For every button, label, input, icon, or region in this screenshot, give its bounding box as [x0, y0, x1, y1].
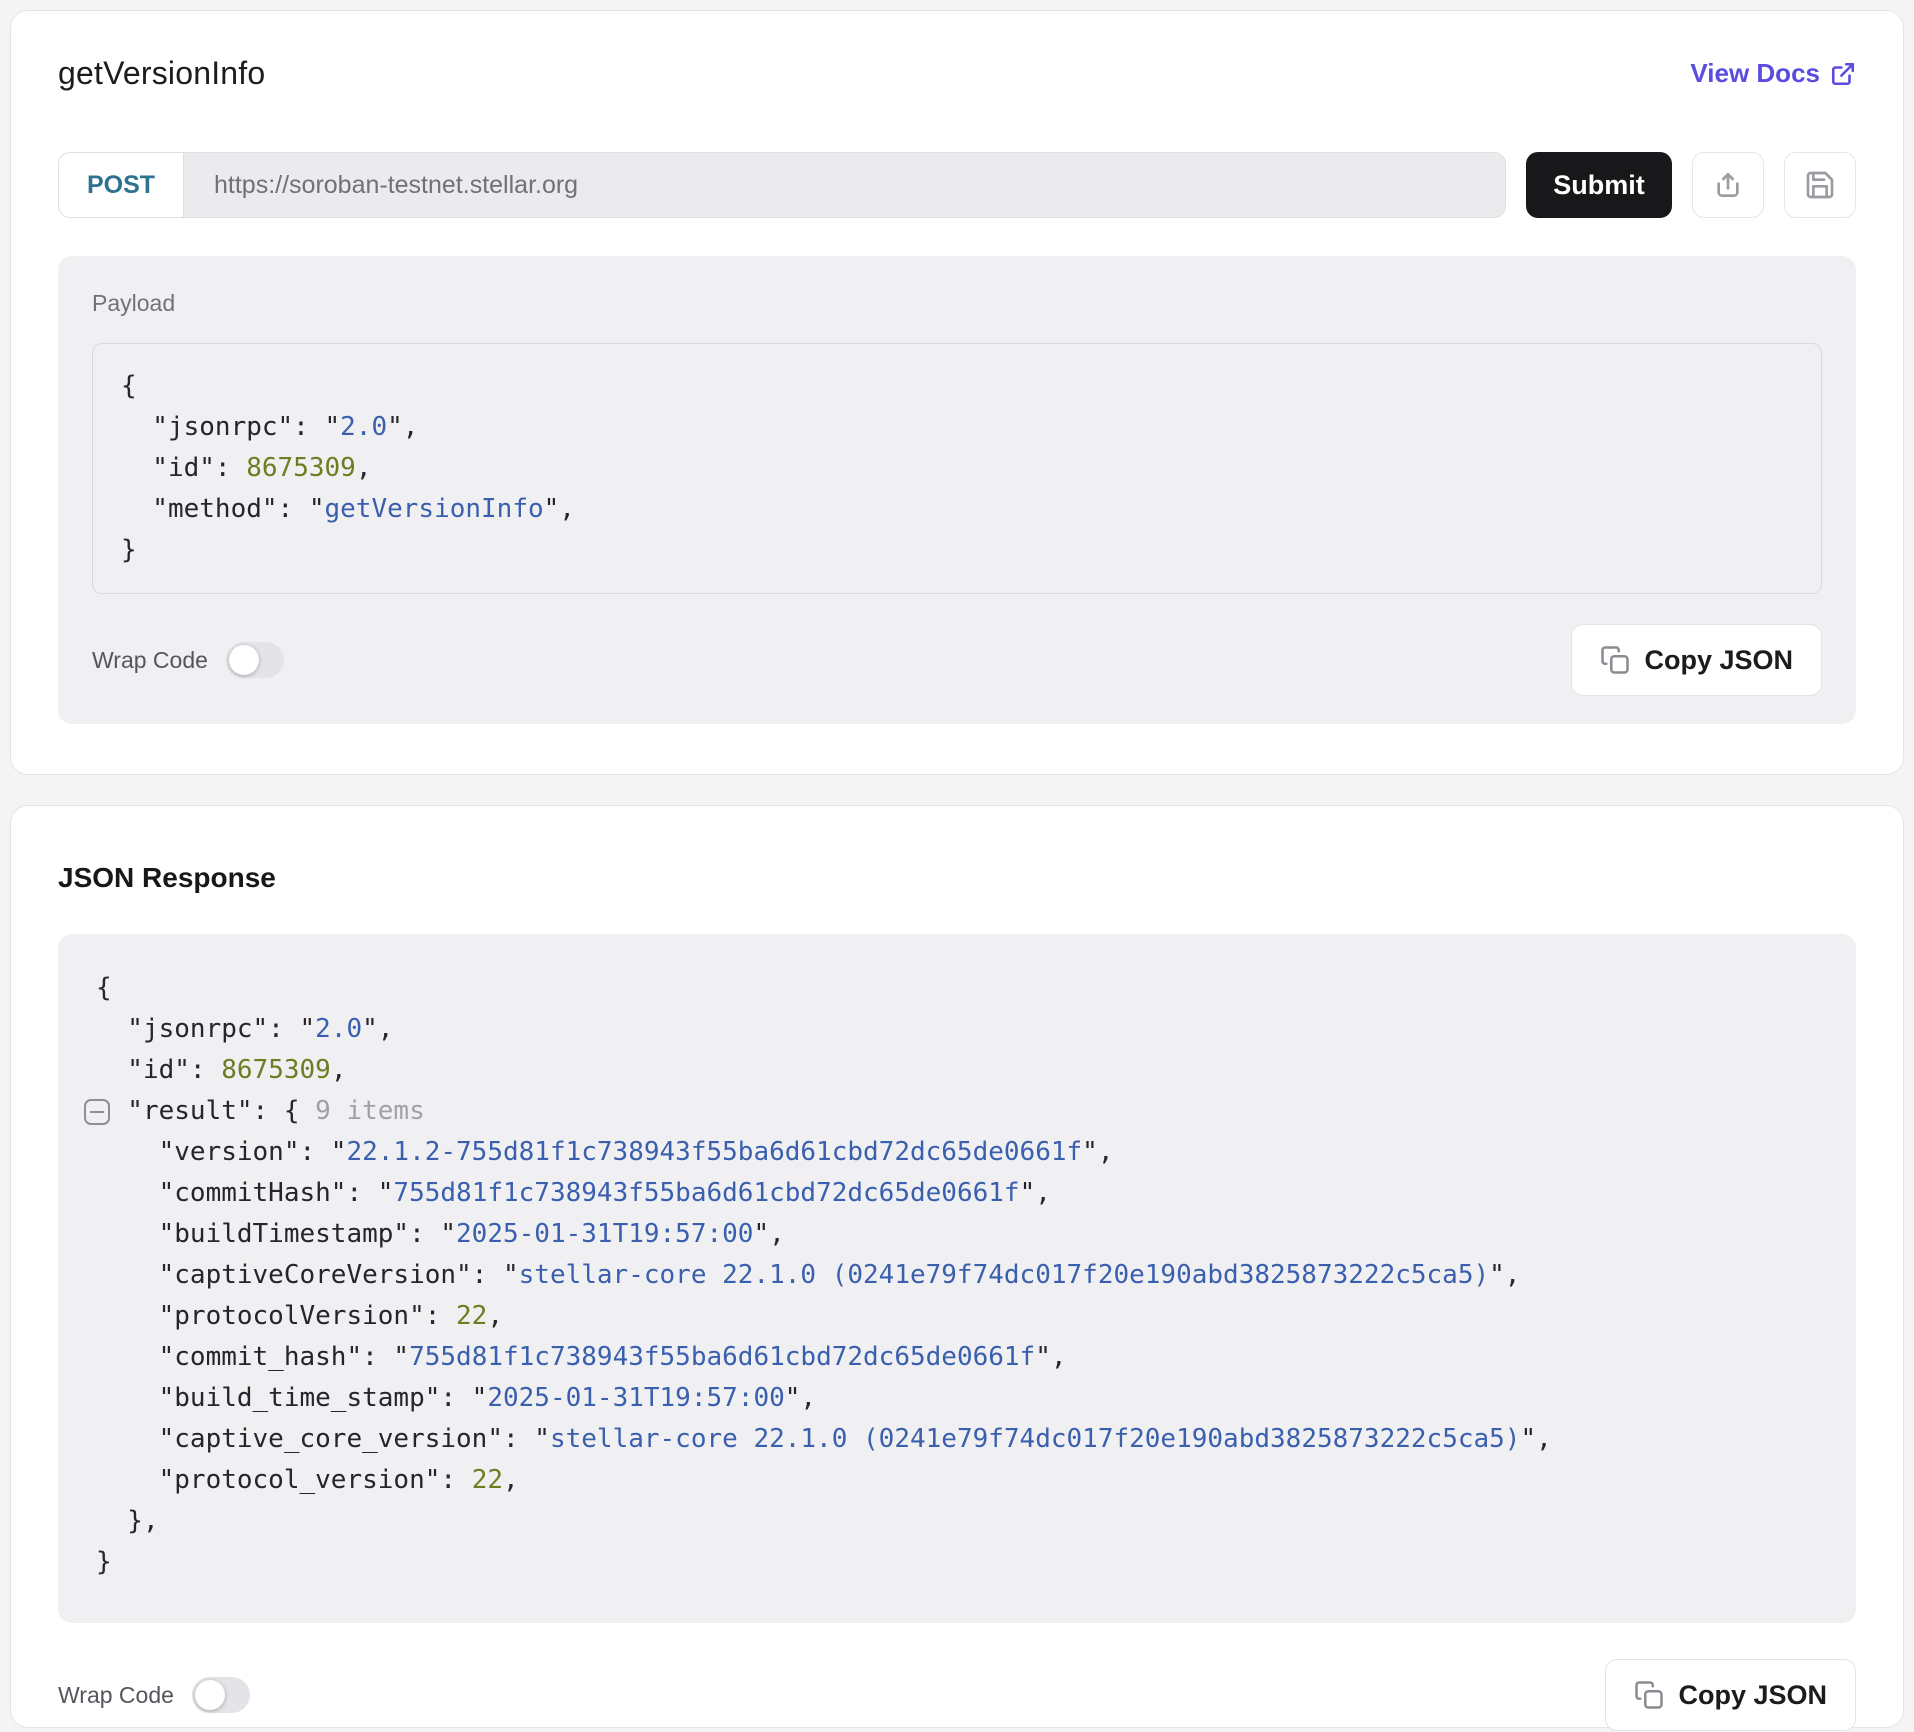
- response-footer: Wrap Code Copy JSON: [58, 1659, 1856, 1731]
- code-line: "protocolVersion": 22,: [96, 1296, 1826, 1337]
- code-line: "protocol_version": 22,: [96, 1460, 1826, 1501]
- url-input[interactable]: [184, 153, 1505, 217]
- code-line: "result": { 9 items: [96, 1091, 1826, 1132]
- copy-json-button-response[interactable]: Copy JSON: [1605, 1659, 1856, 1731]
- code-line: }: [96, 1542, 1826, 1583]
- code-line: {: [121, 366, 1793, 407]
- wrap-code-toggle[interactable]: Wrap Code: [92, 642, 284, 678]
- response-json-viewer[interactable]: { "jsonrpc": "2.0", "id": 8675309, "resu…: [58, 934, 1856, 1623]
- external-link-icon: [1830, 61, 1856, 87]
- wrap-code-switch[interactable]: [226, 642, 284, 678]
- payload-footer: Wrap Code Copy JSON: [92, 624, 1822, 696]
- view-docs-link[interactable]: View Docs: [1690, 58, 1856, 89]
- payload-panel: Payload { "jsonrpc": "2.0", "id": 867530…: [58, 256, 1856, 724]
- wrap-code-label: Wrap Code: [92, 647, 208, 674]
- save-button[interactable]: [1784, 152, 1856, 218]
- wrap-code-label: Wrap Code: [58, 1682, 174, 1709]
- submit-button[interactable]: Submit: [1526, 152, 1672, 218]
- request-card-header: getVersionInfo View Docs: [58, 11, 1856, 92]
- page-title: getVersionInfo: [58, 55, 265, 92]
- wrap-code-switch[interactable]: [192, 1677, 250, 1713]
- code-line: {: [96, 968, 1826, 1009]
- view-docs-label: View Docs: [1690, 58, 1820, 89]
- payload-code-editor[interactable]: { "jsonrpc": "2.0", "id": 8675309, "meth…: [92, 343, 1822, 594]
- code-line: "captiveCoreVersion": "stellar-core 22.1…: [96, 1255, 1826, 1296]
- copy-icon: [1634, 1680, 1664, 1710]
- code-line: "build_time_stamp": "2025-01-31T19:57:00…: [96, 1378, 1826, 1419]
- code-line: "id": 8675309,: [121, 448, 1793, 489]
- code-line: "commit_hash": "755d81f1c738943f55ba6d61…: [96, 1337, 1826, 1378]
- copy-icon: [1600, 645, 1630, 675]
- request-card: getVersionInfo View Docs POST Submit: [10, 10, 1904, 775]
- copy-json-label: Copy JSON: [1644, 645, 1793, 676]
- payload-label: Payload: [92, 290, 1822, 317]
- code-line: "method": "getVersionInfo",: [121, 489, 1793, 530]
- request-row: POST Submit: [58, 152, 1856, 218]
- code-line: "version": "22.1.2-755d81f1c738943f55ba6…: [96, 1132, 1826, 1173]
- code-line: "buildTimestamp": "2025-01-31T19:57:00",: [96, 1214, 1826, 1255]
- share-icon: [1712, 169, 1744, 201]
- copy-json-button[interactable]: Copy JSON: [1571, 624, 1822, 696]
- response-card: JSON Response { "jsonrpc": "2.0", "id": …: [10, 805, 1904, 1728]
- switch-knob: [229, 645, 259, 675]
- share-button[interactable]: [1692, 152, 1764, 218]
- method-select[interactable]: POST: [59, 153, 184, 217]
- wrap-code-toggle-response[interactable]: Wrap Code: [58, 1677, 250, 1713]
- code-line: "captive_core_version": "stellar-core 22…: [96, 1419, 1826, 1460]
- request-url-group: POST: [58, 152, 1506, 218]
- code-line: "id": 8675309,: [96, 1050, 1826, 1091]
- copy-json-label: Copy JSON: [1678, 1680, 1827, 1711]
- code-line: }: [121, 530, 1793, 571]
- save-icon: [1804, 169, 1836, 201]
- switch-knob: [195, 1680, 225, 1710]
- collapse-node-icon[interactable]: [84, 1099, 110, 1125]
- code-line: "jsonrpc": "2.0",: [96, 1009, 1826, 1050]
- code-line: },: [96, 1501, 1826, 1542]
- response-title: JSON Response: [58, 862, 1856, 894]
- code-line: "jsonrpc": "2.0",: [121, 407, 1793, 448]
- code-line: "commitHash": "755d81f1c738943f55ba6d61c…: [96, 1173, 1826, 1214]
